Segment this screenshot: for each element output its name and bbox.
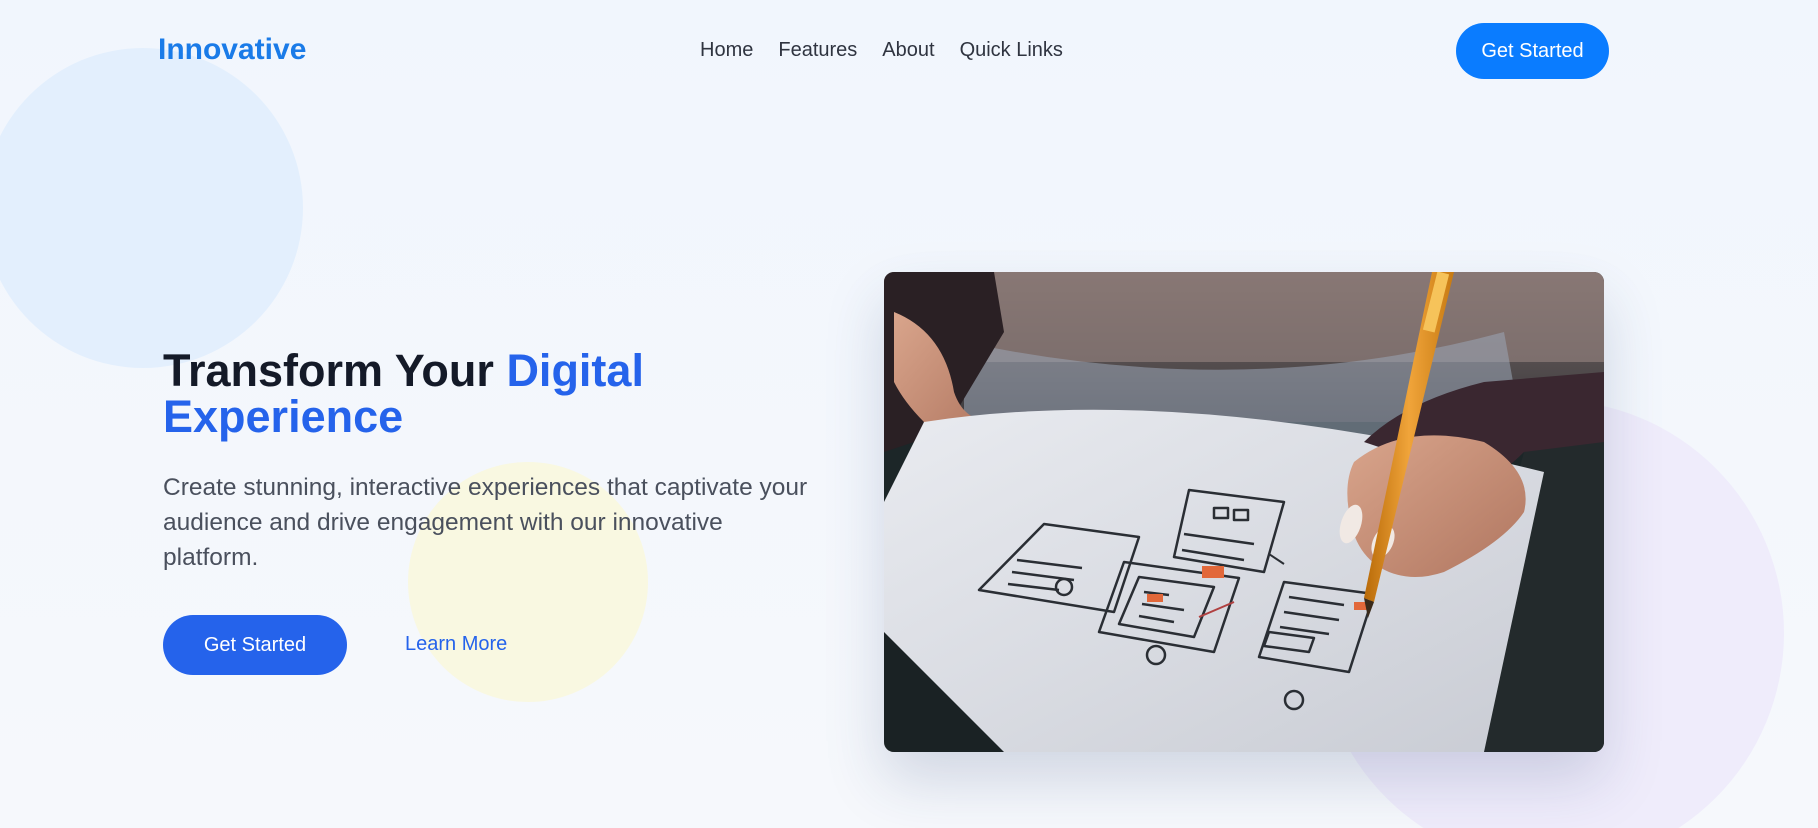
brand-logo[interactable]: Innovative xyxy=(158,33,306,67)
hero-title-plain: Transform Your xyxy=(163,345,494,396)
nav-link-about[interactable]: About xyxy=(882,39,934,62)
nav-get-started-button[interactable]: Get Started xyxy=(1456,23,1609,79)
nav-link-quick-links[interactable]: Quick Links xyxy=(960,39,1063,62)
hero-get-started-button[interactable]: Get Started xyxy=(163,615,347,675)
hero-description: Create stunning, interactive experiences… xyxy=(163,474,808,571)
nav-link-features[interactable]: Features xyxy=(778,39,857,62)
hero-title: Transform Your Digital Experience xyxy=(163,348,803,440)
navbar: Innovative Home Features About Quick Lin… xyxy=(0,0,1818,102)
landing-page: Innovative Home Features About Quick Lin… xyxy=(0,0,1818,828)
hero-image-wireframe-sketch xyxy=(884,272,1604,752)
learn-more-link[interactable]: Learn More xyxy=(405,633,507,656)
nav-links: Home Features About Quick Links xyxy=(700,39,1063,62)
nav-link-home[interactable]: Home xyxy=(700,39,753,62)
